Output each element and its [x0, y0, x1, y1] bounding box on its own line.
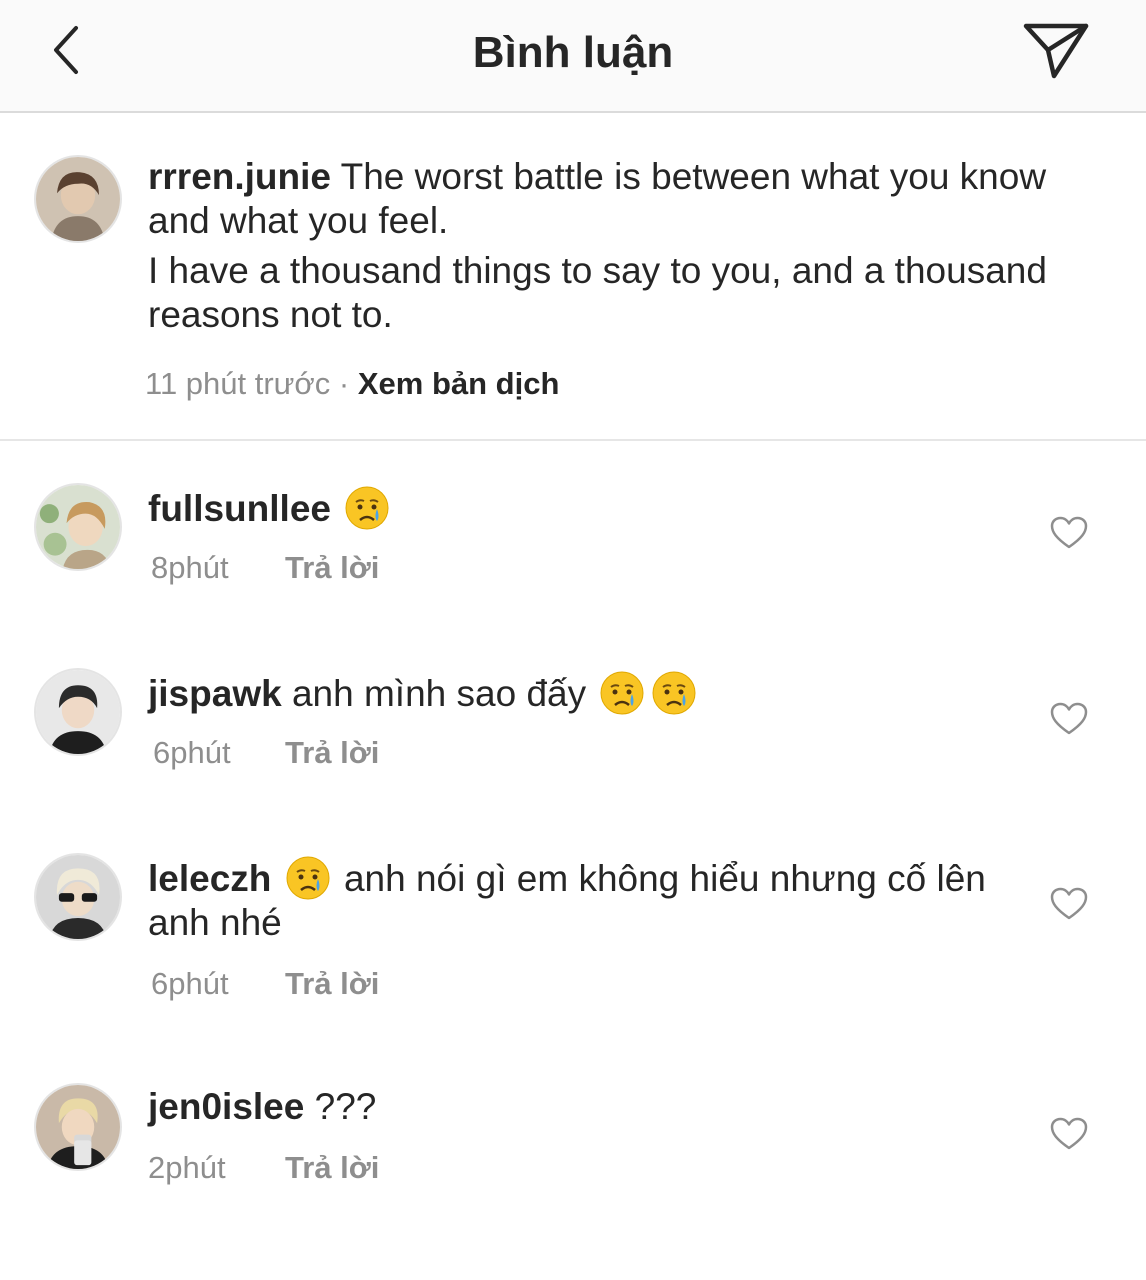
caption-line-2: I have a thousand things to say to you, … [148, 250, 1047, 335]
comment-time: 6phút [151, 966, 229, 1001]
caption-text: rrren.junie The worst battle is between … [148, 155, 1048, 337]
reply-button[interactable]: Trả lời [285, 966, 379, 1002]
reply-button[interactable]: Trả lời [285, 735, 379, 771]
crying-face-emoji [345, 486, 389, 530]
heart-icon[interactable] [1050, 702, 1088, 736]
page-title: Bình luận [472, 28, 674, 77]
avatar[interactable] [34, 668, 122, 756]
heart-icon[interactable] [1050, 1117, 1088, 1151]
crying-face-emoji [600, 671, 644, 715]
comment-message: ??? [314, 1086, 377, 1127]
caption-username[interactable]: rrren.junie [148, 156, 331, 197]
comment-time: 8phút [151, 550, 229, 585]
reply-button[interactable]: Trả lời [285, 550, 379, 586]
reply-button[interactable]: Trả lời [285, 1150, 379, 1186]
avatar[interactable] [34, 1083, 122, 1171]
comment-time: 2phút [148, 1150, 226, 1185]
comment-text: leleczh anh nói gì em không hiểu nhưng c… [148, 855, 1008, 945]
post-caption: rrren.junie The worst battle is between … [0, 113, 1146, 441]
heart-icon[interactable] [1050, 516, 1088, 550]
comment-text: jen0islee ??? [148, 1085, 1008, 1129]
comment-text: fullsunllee [148, 485, 1008, 531]
paper-plane-icon [1023, 23, 1089, 79]
caption-meta: 11 phút trước · Xem bản dịch [145, 366, 559, 402]
comment-username[interactable]: jispawk [148, 673, 282, 714]
comment-message: anh nói gì em không hiểu nhưng cố lên an… [148, 858, 986, 943]
meta-separator: · [338, 366, 350, 401]
comment-username[interactable]: leleczh [148, 858, 271, 899]
share-button[interactable] [1020, 18, 1092, 82]
avatar[interactable] [34, 155, 122, 243]
comment-username[interactable]: jen0islee [148, 1086, 304, 1127]
heart-icon[interactable] [1050, 887, 1088, 921]
crying-face-emoji [286, 856, 330, 900]
crying-face-emoji [652, 671, 696, 715]
avatar[interactable] [34, 853, 122, 941]
comment-username[interactable]: fullsunllee [148, 488, 331, 529]
comment-text: jispawk anh mình sao đấy [148, 670, 1008, 716]
top-bar: Bình luận [0, 0, 1146, 113]
avatar[interactable] [34, 483, 122, 571]
caption-time: 11 phút trước [145, 366, 331, 401]
see-translation-link[interactable]: Xem bản dịch [358, 366, 560, 401]
comment-message: anh mình sao đấy [291, 673, 587, 714]
comment-time: 6phút [153, 735, 231, 770]
